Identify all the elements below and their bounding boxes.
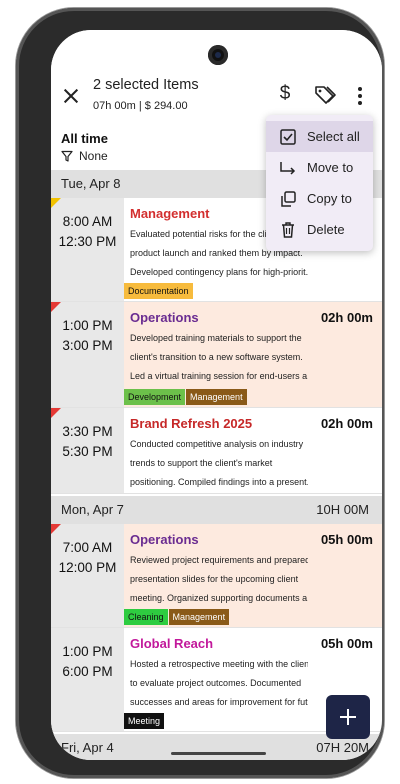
- entry-start-time: 1:00 PM: [62, 644, 113, 659]
- time-entry-selected[interactable]: 1:00 PM 3:00 PM Operations 02h 00m Devel…: [51, 302, 382, 408]
- phone-frame: 2 selected Items 07h 00m | $ 294.00 $ Al…: [16, 8, 384, 778]
- entry-content: Operations 05h 00m Reviewed project requ…: [124, 524, 382, 627]
- entry-description: Developed training materials to support …: [130, 329, 308, 386]
- filter-value: None: [79, 149, 108, 163]
- description-line: to evaluate project outcomes. Documented: [130, 678, 302, 688]
- description-line: meeting. Organized supporting documents …: [130, 593, 308, 603]
- entry-time-column: 1:00 PM 3:00 PM: [51, 302, 124, 407]
- entry-project: Operations: [130, 532, 199, 547]
- entry-end-time: 5:30 PM: [62, 444, 113, 459]
- tags-icon: [315, 86, 336, 104]
- more-options-button[interactable]: [351, 86, 369, 106]
- description-line: presentation slides for the upcoming cli…: [130, 574, 299, 584]
- entry-description: Hosted a retrospective meeting with the …: [130, 655, 308, 712]
- entry-project: Operations: [130, 310, 199, 325]
- entry-duration: 05h 00m: [320, 636, 373, 651]
- entry-time-column: 3:30 PM 5:30 PM: [51, 408, 124, 493]
- entry-duration: 02h 00m: [320, 416, 373, 431]
- description-line: trends to support the client's market: [130, 458, 273, 468]
- tag-badge: Cleaning: [124, 609, 168, 625]
- entry-project: Management: [130, 206, 210, 221]
- day-total: 07H 20M: [316, 740, 369, 755]
- entry-start-time: 3:30 PM: [62, 424, 113, 439]
- entry-start-time: 8:00 AM: [62, 214, 113, 229]
- entry-duration: 02h 00m: [320, 310, 373, 325]
- time-entry[interactable]: 3:30 PM 5:30 PM Brand Refresh 2025 02h 0…: [51, 408, 382, 494]
- copy-icon: [281, 191, 296, 207]
- entry-description: Reviewed project requirements and prepar…: [130, 551, 308, 608]
- entry-end-time: 12:00 PM: [58, 560, 117, 575]
- entry-project: Global Reach: [130, 636, 214, 651]
- entry-end-time: 3:00 PM: [62, 338, 113, 353]
- front-camera: [208, 45, 228, 65]
- entry-tags: Development Management: [124, 389, 247, 405]
- entry-duration: 05h 00m: [320, 532, 373, 547]
- tag-badge: Management: [168, 609, 230, 625]
- day-header: Mon, Apr 7 10H 00M: [51, 496, 382, 524]
- menu-item-copy-to[interactable]: Copy to: [266, 183, 373, 214]
- entry-end-time: 12:30 PM: [58, 234, 117, 249]
- close-selection-button[interactable]: [61, 86, 81, 106]
- time-entry-selected[interactable]: 7:00 AM 12:00 PM Operations 05h 00m Revi…: [51, 524, 382, 628]
- entry-flag: [51, 524, 61, 534]
- entry-content: Operations 02h 00m Developed training ma…: [124, 302, 382, 407]
- entry-project: Brand Refresh 2025: [130, 416, 253, 431]
- entry-time-column: 1:00 PM 6:00 PM: [51, 628, 124, 731]
- menu-item-label: Delete: [307, 222, 345, 237]
- description-line: Developed contingency plans for high-pri…: [130, 267, 308, 277]
- billing-dollar-button[interactable]: $: [275, 83, 295, 105]
- gesture-nav-bar[interactable]: [171, 752, 266, 755]
- dot-icon: [358, 87, 362, 91]
- description-line: Developed training materials to support …: [130, 333, 302, 343]
- trash-icon: [282, 222, 294, 238]
- selected-summary: 07h 00m | $ 294.00: [93, 100, 188, 112]
- entry-start-time: 7:00 AM: [62, 540, 113, 555]
- filter-icon: [61, 150, 73, 162]
- tag-badge: Management: [186, 389, 247, 405]
- entry-flag: [51, 408, 61, 418]
- dot-icon: [358, 94, 362, 98]
- menu-item-label: Copy to: [307, 191, 352, 206]
- selected-count-title: 2 selected Items: [93, 77, 199, 93]
- entry-tags: Meeting: [124, 713, 165, 729]
- entry-time-column: 7:00 AM 12:00 PM: [51, 524, 124, 627]
- menu-item-label: Select all: [307, 129, 360, 144]
- tag-badge: Meeting: [124, 713, 165, 729]
- filter-selector[interactable]: None: [61, 149, 108, 163]
- date-range-selector[interactable]: All time: [61, 131, 108, 146]
- menu-item-move-to[interactable]: Move to: [266, 152, 373, 183]
- move-arrow-icon: [280, 162, 296, 175]
- description-line: Conducted competitive analysis on indust…: [130, 439, 304, 449]
- description-line: client's transition to a new software sy…: [130, 352, 303, 362]
- menu-item-delete[interactable]: Delete: [266, 214, 373, 245]
- day-date: Mon, Apr 7: [61, 502, 124, 517]
- tag-badge: Documentation: [124, 283, 193, 299]
- day-total: 10H 00M: [316, 502, 369, 517]
- menu-item-select-all[interactable]: Select all: [266, 121, 373, 152]
- description-line: Hosted a retrospective meeting with the …: [130, 659, 308, 669]
- entry-end-time: 6:00 PM: [62, 664, 113, 679]
- menu-item-label: Move to: [307, 160, 354, 175]
- dot-icon: [358, 101, 362, 105]
- entry-time-column: 8:00 AM 12:30 PM: [51, 198, 124, 301]
- entry-flag: [51, 302, 61, 312]
- description-line: successes and areas for improvement for …: [130, 697, 308, 707]
- entry-flag: [51, 198, 61, 208]
- description-line: Reviewed project requirements and prepar…: [130, 555, 308, 565]
- entry-tags: Documentation: [124, 283, 193, 299]
- overflow-menu: Select all Move to Copy to Delete: [266, 115, 373, 251]
- description-line: Led a virtual training session for end-u…: [130, 371, 308, 381]
- entry-description: Conducted competitive analysis on indust…: [130, 435, 308, 492]
- checkbox-checked-icon: [280, 129, 296, 145]
- day-date: Tue, Apr 8: [61, 176, 121, 191]
- entry-start-time: 1:00 PM: [62, 318, 113, 333]
- app-screen: 2 selected Items 07h 00m | $ 294.00 $ Al…: [51, 30, 382, 760]
- entry-tags: Cleaning Management: [124, 609, 230, 625]
- tags-button[interactable]: [313, 84, 337, 106]
- add-entry-button[interactable]: [326, 695, 370, 739]
- entry-content: Brand Refresh 2025 02h 00m Conducted com…: [124, 408, 382, 493]
- day-date: Fri, Apr 4: [61, 740, 114, 755]
- description-line: positioning. Compiled findings into a pr…: [130, 477, 308, 487]
- tag-badge: Development: [124, 389, 186, 405]
